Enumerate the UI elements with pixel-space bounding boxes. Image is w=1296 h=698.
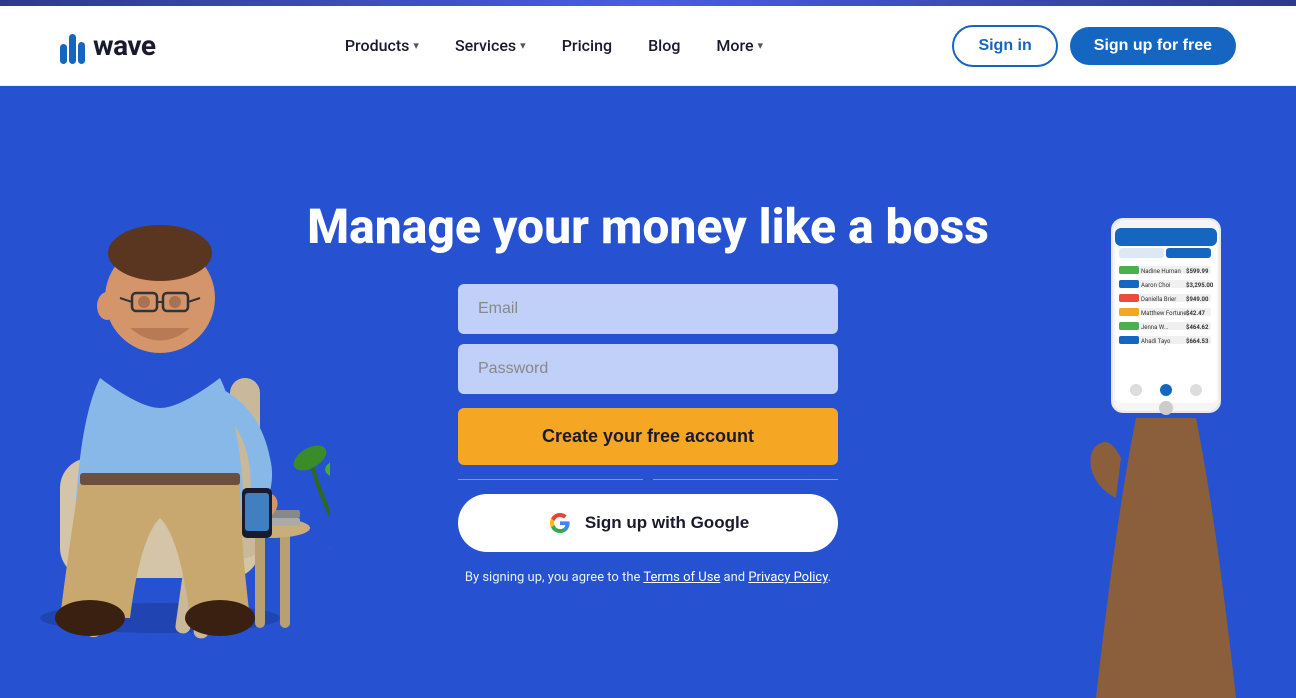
hero-person-illustration	[0, 98, 330, 698]
svg-text:$42.47: $42.47	[1186, 310, 1206, 317]
svg-text:$3,295.00: $3,295.00	[1186, 282, 1214, 289]
signup-form: Create your free account Sign up with Go…	[458, 284, 838, 585]
divider	[458, 479, 838, 480]
more-chevron-icon: ▾	[758, 39, 764, 52]
signin-button[interactable]: Sign in	[952, 25, 1057, 67]
terms-of-use-link[interactable]: Terms of Use	[643, 570, 720, 585]
google-signup-button[interactable]: Sign up with Google	[458, 494, 838, 552]
nav-item-blog[interactable]: Blog	[634, 28, 694, 63]
site-header: wave Products ▾ Services ▾ Pricing Blog …	[0, 6, 1296, 86]
nav-item-more[interactable]: More ▾	[702, 28, 777, 63]
hero-phone-illustration: Nadine Human $599.99 Aaron Choi $3,295.0…	[1016, 118, 1296, 698]
logo-area[interactable]: wave	[60, 28, 155, 64]
password-input[interactable]	[458, 344, 838, 394]
logo-text: wave	[93, 29, 155, 62]
create-account-button[interactable]: Create your free account	[458, 408, 838, 465]
nav-actions: Sign in Sign up for free	[952, 25, 1236, 67]
google-signup-label: Sign up with Google	[585, 513, 749, 533]
wave-bar-2	[69, 34, 76, 64]
svg-text:Ahadi Tayo: Ahadi Tayo	[1141, 338, 1171, 345]
terms-text: By signing up, you agree to the Terms of…	[458, 570, 838, 585]
nav-item-services[interactable]: Services ▾	[441, 28, 540, 63]
svg-text:$949.00: $949.00	[1186, 296, 1209, 303]
main-nav: Products ▾ Services ▾ Pricing Blog More …	[331, 28, 777, 63]
google-icon	[547, 510, 573, 536]
divider-line-left	[458, 479, 643, 480]
svg-text:Matthew Fortune: Matthew Fortune	[1141, 310, 1187, 317]
signup-button[interactable]: Sign up for free	[1070, 27, 1236, 65]
services-chevron-icon: ▾	[520, 39, 526, 52]
hero-title: Manage your money like a boss	[307, 199, 989, 254]
hero-content: Manage your money like a boss Create you…	[307, 159, 989, 625]
svg-text:Jenna W...: Jenna W...	[1141, 324, 1169, 331]
privacy-policy-link[interactable]: Privacy Policy	[748, 570, 827, 585]
products-chevron-icon: ▾	[413, 39, 419, 52]
logo-icon	[60, 28, 85, 64]
svg-text:$599.99: $599.99	[1186, 268, 1209, 275]
wave-bar-3	[78, 42, 85, 64]
divider-line-right	[653, 479, 838, 480]
nav-item-products[interactable]: Products ▾	[331, 28, 433, 63]
svg-text:Aaron Choi: Aaron Choi	[1141, 282, 1171, 289]
svg-text:Daniella Brier: Daniella Brier	[1141, 296, 1176, 303]
svg-text:$664.53: $664.53	[1186, 338, 1209, 345]
svg-text:Nadine Human: Nadine Human	[1141, 268, 1181, 275]
email-input[interactable]	[458, 284, 838, 334]
svg-text:$464.62: $464.62	[1186, 324, 1209, 331]
wave-bar-1	[60, 44, 67, 64]
hero-section: Nadine Human $599.99 Aaron Choi $3,295.0…	[0, 86, 1296, 698]
nav-item-pricing[interactable]: Pricing	[548, 28, 626, 63]
